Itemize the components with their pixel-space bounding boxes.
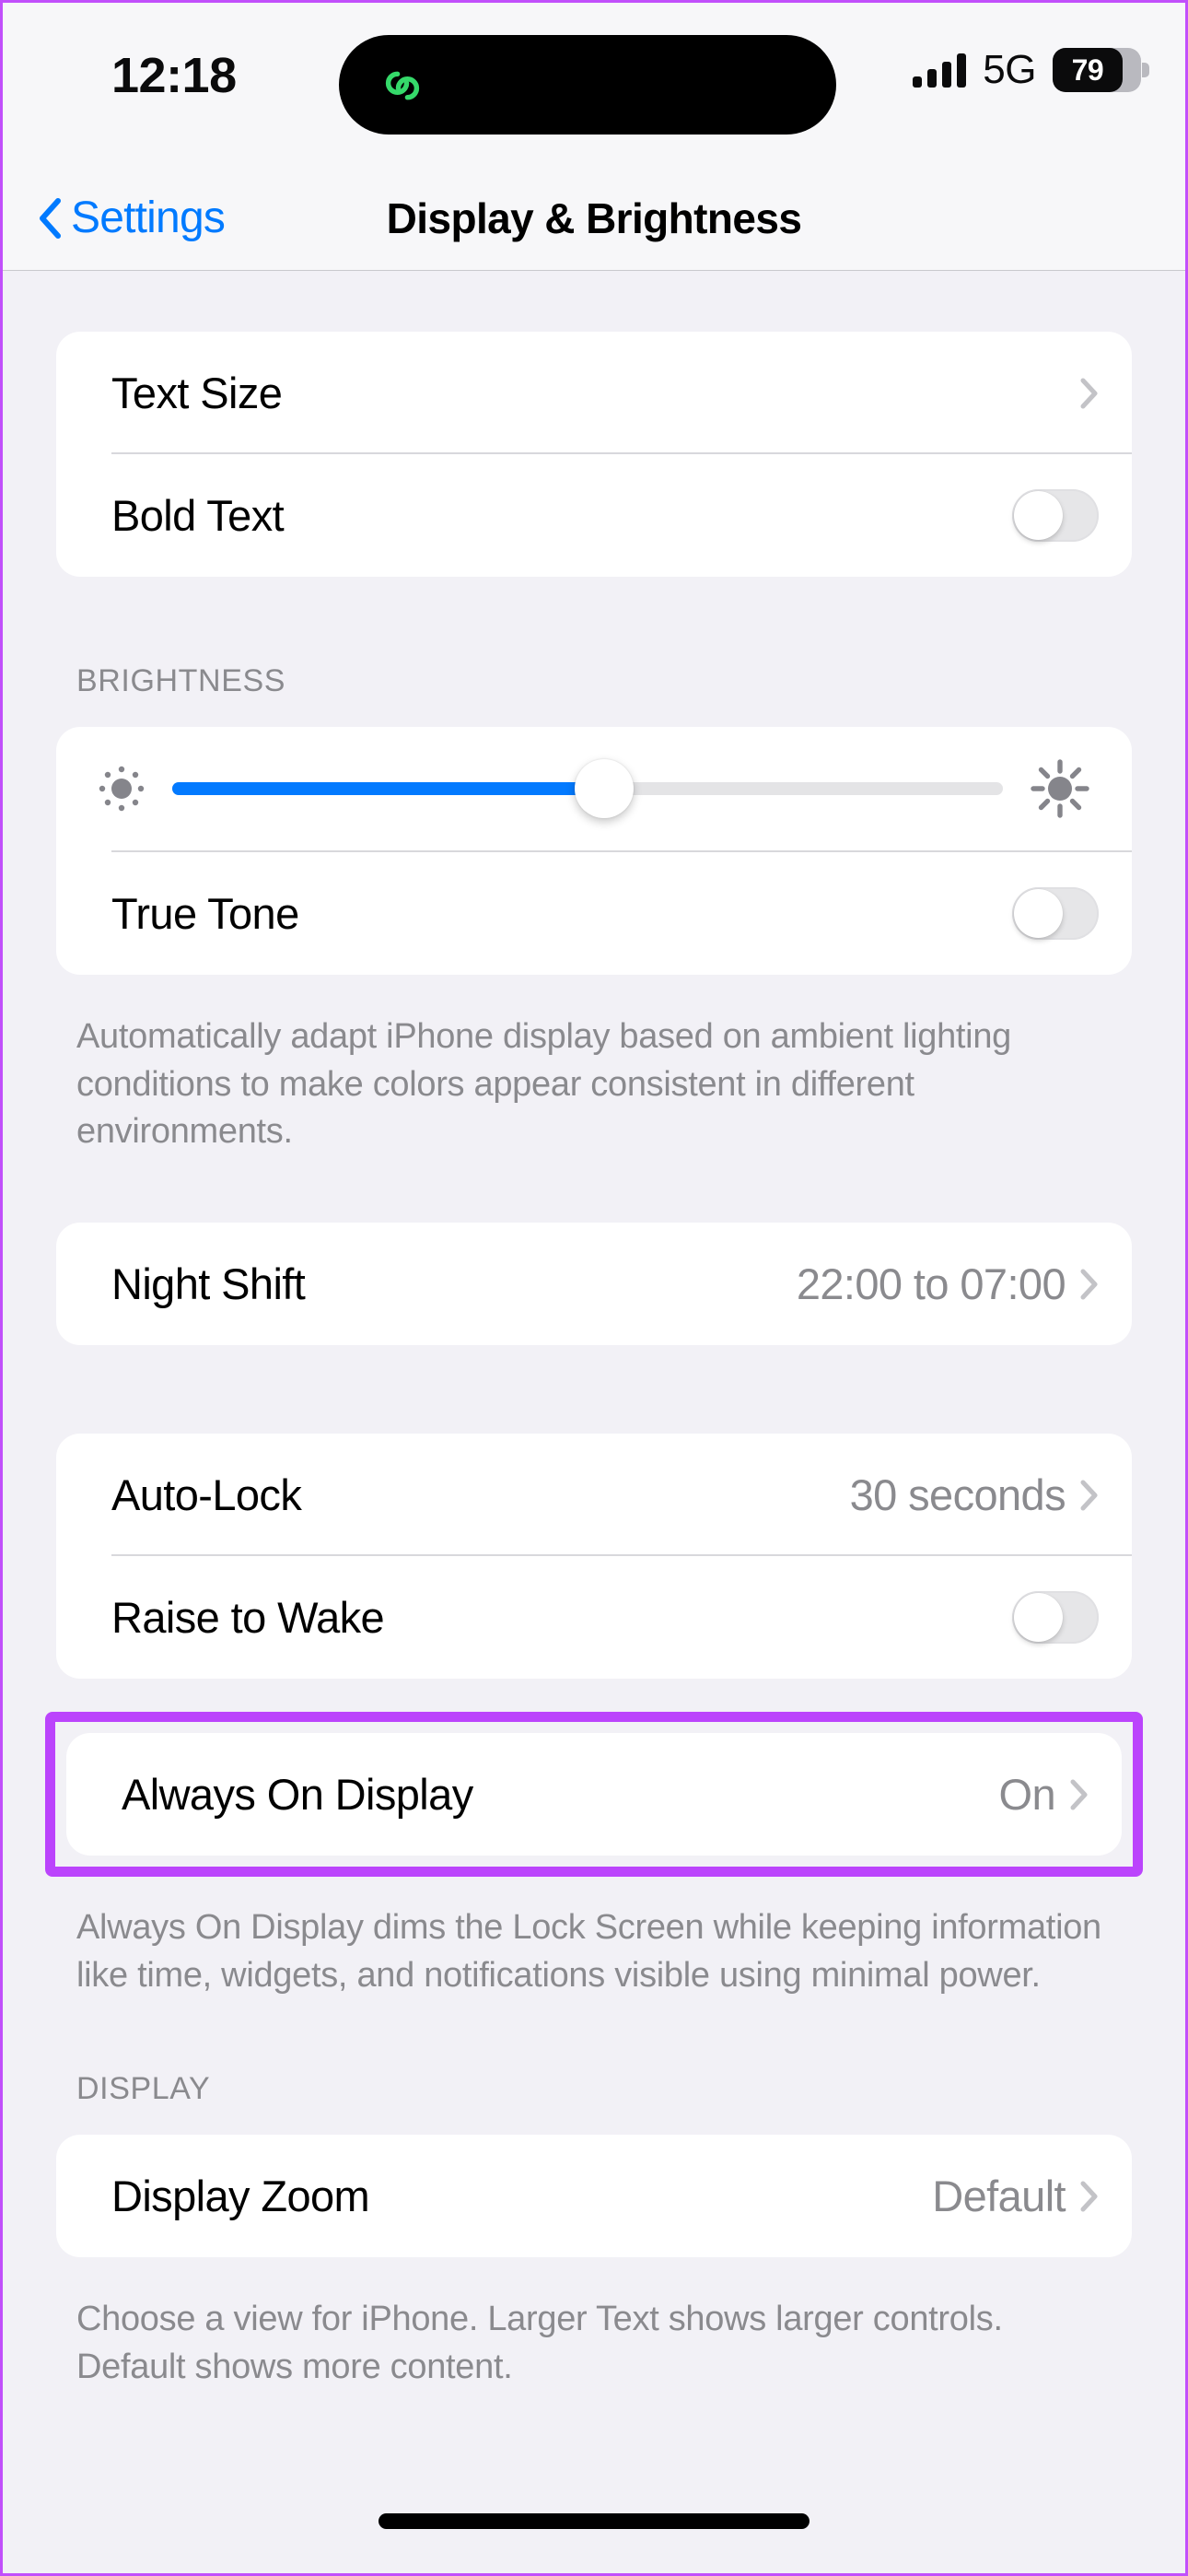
battery-percent-label: 79	[1071, 53, 1104, 87]
sun-max-icon	[1031, 759, 1089, 818]
battery-icon: 79	[1053, 48, 1149, 92]
true-tone-footer: Automatically adapt iPhone display based…	[76, 1017, 1011, 1152]
display-section-header: DISPLAY	[76, 2071, 211, 2107]
row-always-on-display-value: On	[998, 1770, 1056, 1820]
chevron-right-icon	[1070, 1779, 1088, 1810]
brightness-section-header: BRIGHTNESS	[76, 663, 286, 698]
row-display-zoom-value: Default	[932, 2172, 1066, 2221]
toggle-knob	[1014, 491, 1063, 540]
display-zoom-footer: Choose a view for iPhone. Larger Text sh…	[76, 2300, 1003, 2387]
cellular-signal-icon	[913, 53, 967, 88]
row-night-shift-value: 22:00 to 07:00	[796, 1259, 1066, 1309]
activity-link-icon	[385, 71, 420, 100]
network-type-label: 5G	[983, 47, 1036, 92]
row-always-on-display[interactable]: Always On Display On	[66, 1733, 1122, 1856]
text-settings-group: Text Size Bold Text	[56, 332, 1132, 577]
sun-min-icon	[99, 766, 145, 812]
chevron-right-icon	[1080, 1269, 1098, 1300]
row-raise-to-wake-label: Raise to Wake	[111, 1593, 385, 1643]
settings-scroll-view[interactable]: Text Size Bold Text BRIGHTNESS True Tone…	[3, 271, 1185, 2573]
status-indicators: 5G 79	[913, 47, 1149, 93]
row-auto-lock-label: Auto-Lock	[111, 1470, 302, 1520]
iphone-screen: 12:18 5G 79 Settings Display & Brightnes…	[0, 0, 1188, 2576]
toggle-knob	[1014, 1593, 1063, 1643]
always-on-display-group: Always On Display On	[66, 1733, 1122, 1856]
brightness-slider-track[interactable]	[172, 759, 1003, 818]
row-night-shift-label: Night Shift	[111, 1259, 306, 1309]
bold-text-toggle[interactable]	[1012, 489, 1099, 542]
navigation-bar: Settings Display & Brightness	[3, 165, 1185, 271]
row-bold-text[interactable]: Bold Text	[56, 454, 1132, 577]
chevron-right-icon	[1080, 2181, 1098, 2212]
row-night-shift[interactable]: Night Shift 22:00 to 07:00	[56, 1223, 1132, 1345]
row-text-size[interactable]: Text Size	[56, 332, 1132, 454]
brightness-slider-thumb[interactable]	[575, 759, 635, 818]
row-bold-text-label: Bold Text	[111, 491, 285, 540]
night-shift-group: Night Shift 22:00 to 07:00	[56, 1223, 1132, 1346]
lock-settings-group: Auto-Lock 30 seconds Raise to Wake	[56, 1434, 1132, 1680]
raise-to-wake-toggle[interactable]	[1012, 1591, 1099, 1645]
chevron-right-icon	[1080, 378, 1098, 408]
row-true-tone-label: True Tone	[111, 889, 299, 938]
chevron-right-icon	[1080, 1480, 1098, 1511]
row-auto-lock-value: 30 seconds	[849, 1470, 1066, 1520]
row-auto-lock[interactable]: Auto-Lock 30 seconds	[56, 1434, 1132, 1557]
row-display-zoom-label: Display Zoom	[111, 2172, 370, 2221]
row-display-zoom[interactable]: Display Zoom Default	[56, 2135, 1132, 2257]
brightness-slider-fill	[172, 782, 605, 795]
row-always-on-display-label: Always On Display	[122, 1770, 473, 1820]
status-clock: 12:18	[111, 48, 237, 103]
display-group: Display Zoom Default	[56, 2135, 1132, 2258]
row-true-tone[interactable]: True Tone	[56, 852, 1132, 975]
battery-tip	[1142, 63, 1149, 77]
dynamic-island[interactable]	[339, 35, 836, 135]
brightness-group: True Tone	[56, 727, 1132, 975]
always-on-display-footer: Always On Display dims the Lock Screen w…	[76, 1908, 1101, 1995]
brightness-slider-row[interactable]	[56, 727, 1132, 850]
row-text-size-label: Text Size	[111, 369, 283, 417]
toggle-knob	[1014, 889, 1063, 938]
status-bar: 12:18 5G 79	[3, 3, 1185, 165]
page-title: Display & Brightness	[386, 193, 802, 242]
row-raise-to-wake[interactable]: Raise to Wake	[56, 1556, 1132, 1679]
true-tone-toggle[interactable]	[1012, 887, 1099, 940]
always-on-display-highlight: Always On Display On	[45, 1712, 1143, 1878]
home-indicator[interactable]	[379, 2513, 809, 2529]
